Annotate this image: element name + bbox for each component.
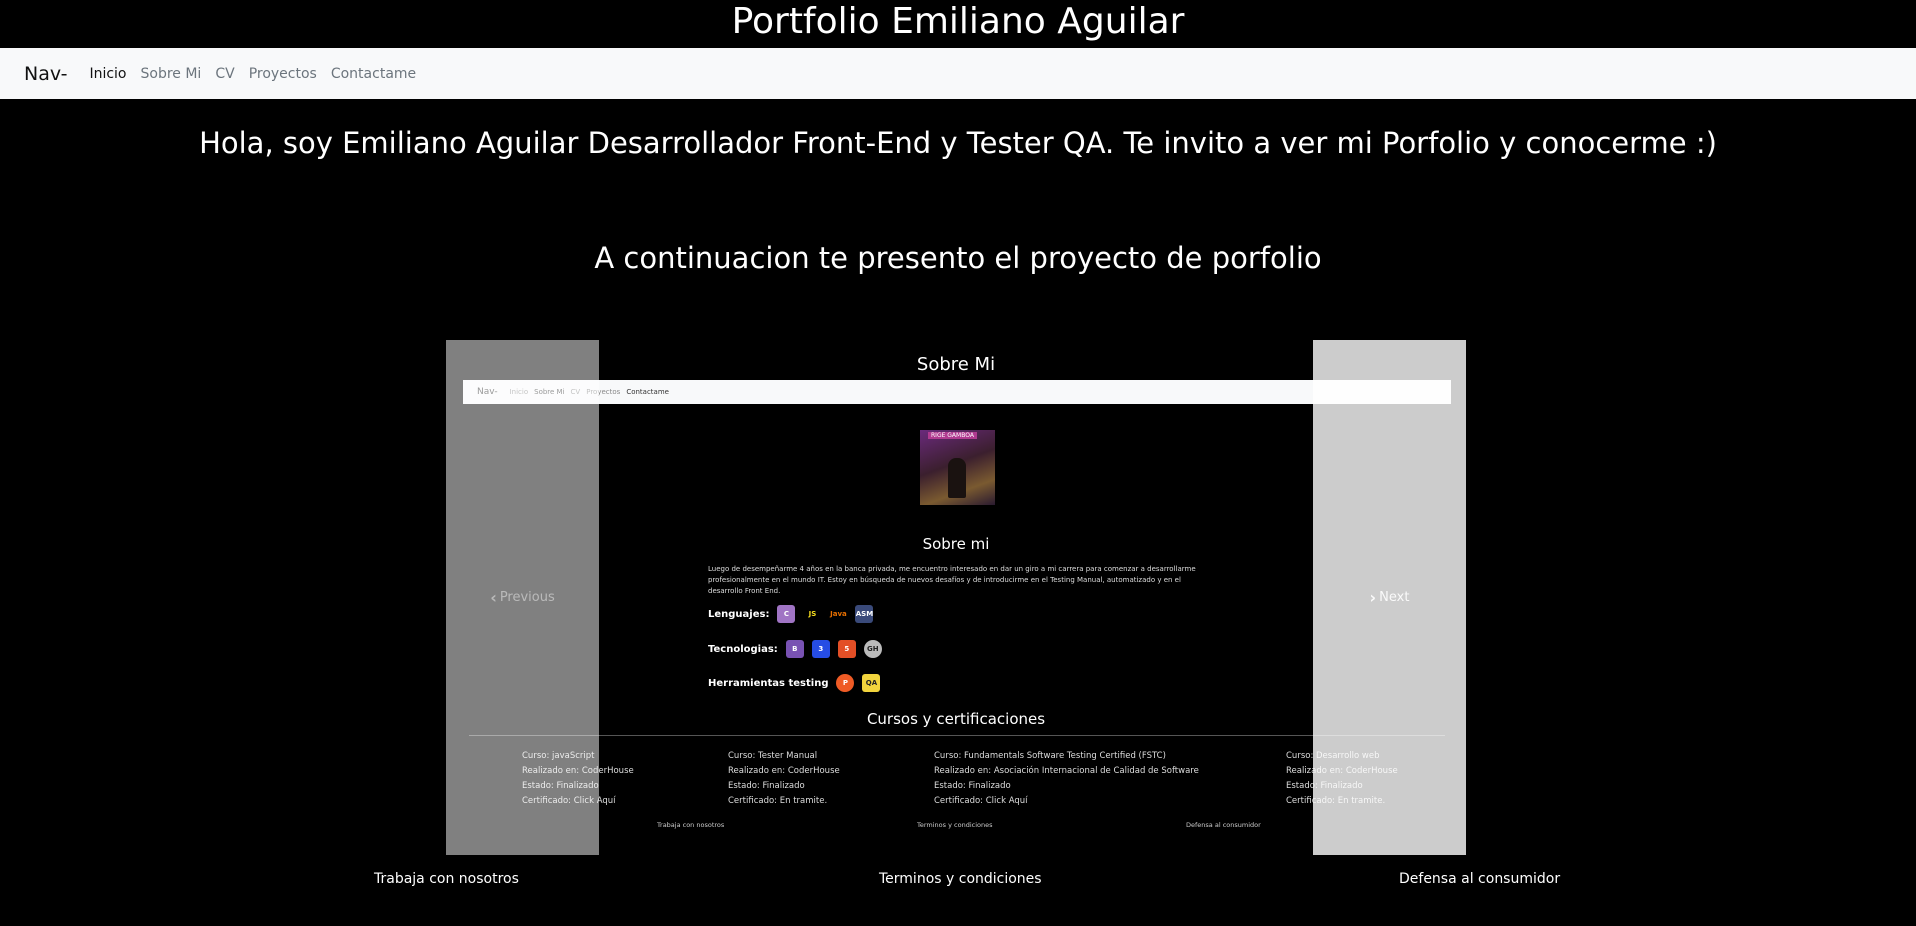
lenguajes-label: Lenguajes:: [708, 608, 770, 620]
testing-tool-icon: QA: [862, 674, 881, 692]
course-status: Estado: Finalizado: [728, 781, 805, 791]
course-place: Realizado en: Asociación Internacional d…: [934, 766, 1199, 776]
carousel-intro-heading: A continuacion te presento el proyecto d…: [594, 241, 1322, 275]
course-name: Curso: Fundamentals Software Testing Cer…: [934, 751, 1166, 761]
carousel-next-label: Next: [1379, 590, 1410, 605]
nav-link-proyectos[interactable]: Proyectos: [249, 66, 317, 82]
profile-photo: RIGE GAMBOA: [920, 430, 995, 505]
c-language-icon: C: [777, 605, 796, 623]
course-card: Curso: Fundamentals Software Testing Cer…: [934, 749, 1199, 809]
carousel-previous-label: Previous: [499, 590, 555, 605]
html5-icon: 5: [837, 640, 856, 658]
slide-footer-link: Defensa al consumidor: [1186, 821, 1261, 829]
profile-photo-label: RIGE GAMBOA: [928, 432, 977, 439]
nav-link-sobre-mi[interactable]: Sobre Mi: [141, 66, 202, 82]
nav-link-contactame[interactable]: Contactame: [331, 66, 416, 82]
chevron-left-icon: ‹: [490, 588, 497, 607]
slide-description: Luego de desempeñarme 4 años en la banca…: [708, 565, 1196, 595]
java-icon: Java: [829, 605, 848, 623]
github-icon: GH: [863, 640, 882, 658]
footer-link-terminos[interactable]: Terminos y condiciones: [879, 871, 1042, 887]
course-name: Curso: Tester Manual: [728, 751, 818, 761]
carousel-next-button[interactable]: › Next: [1313, 340, 1466, 855]
slide-footer-link: Terminos y condiciones: [917, 821, 993, 829]
postman-icon: P: [836, 674, 855, 692]
navbar: Nav- Inicio Sobre Mi CV Proyectos Contac…: [0, 48, 1916, 99]
carousel-previous-button[interactable]: ‹ Previous: [446, 340, 599, 855]
javascript-icon: JS: [803, 605, 822, 623]
project-carousel: Sobre Mi Nav- Inicio Sobre Mi CV Proyect…: [446, 340, 1466, 855]
herramientas-row: Herramientas testing P QA: [708, 674, 881, 692]
nav-link-cv[interactable]: CV: [215, 66, 234, 82]
chevron-right-icon: ›: [1369, 588, 1377, 607]
footer-link-defensa[interactable]: Defensa al consumidor: [1399, 871, 1560, 887]
lenguajes-row: Lenguajes: C JS Java ASM: [708, 605, 874, 623]
footer-link-trabaja[interactable]: Trabaja con nosotros: [374, 871, 519, 887]
tecnologias-row: Tecnologias: B 3 5 GH: [708, 640, 882, 658]
course-certificate: Certificado: Click Aquí: [934, 796, 1028, 806]
course-certificate: Certificado: En tramite.: [728, 796, 828, 806]
bootstrap-icon: B: [785, 640, 804, 658]
assembly-icon: ASM: [855, 605, 874, 623]
site-title: Portfolio Emiliano Aguilar: [731, 1, 1185, 42]
courses-divider: [469, 735, 1445, 736]
course-card: Curso: Tester Manual Realizado en: Coder…: [728, 749, 840, 809]
nav-link-inicio[interactable]: Inicio: [89, 66, 126, 82]
herramientas-label: Herramientas testing: [708, 677, 829, 689]
navbar-brand[interactable]: Nav-: [24, 63, 67, 85]
course-status: Estado: Finalizado: [934, 781, 1011, 791]
profile-photo-figure: [948, 458, 966, 498]
intro-heading: Hola, soy Emiliano Aguilar Desarrollador…: [199, 126, 1717, 160]
course-place: Realizado en: CoderHouse: [728, 766, 840, 776]
tecnologias-label: Tecnologias:: [708, 643, 778, 655]
css3-icon: 3: [811, 640, 830, 658]
slide-navbar: Nav- Inicio Sobre Mi CV Proyectos Contac…: [463, 380, 1451, 404]
slide-footer-link: Trabaja con nosotros: [657, 821, 725, 829]
slide-nav-link: Contactame: [626, 388, 669, 396]
